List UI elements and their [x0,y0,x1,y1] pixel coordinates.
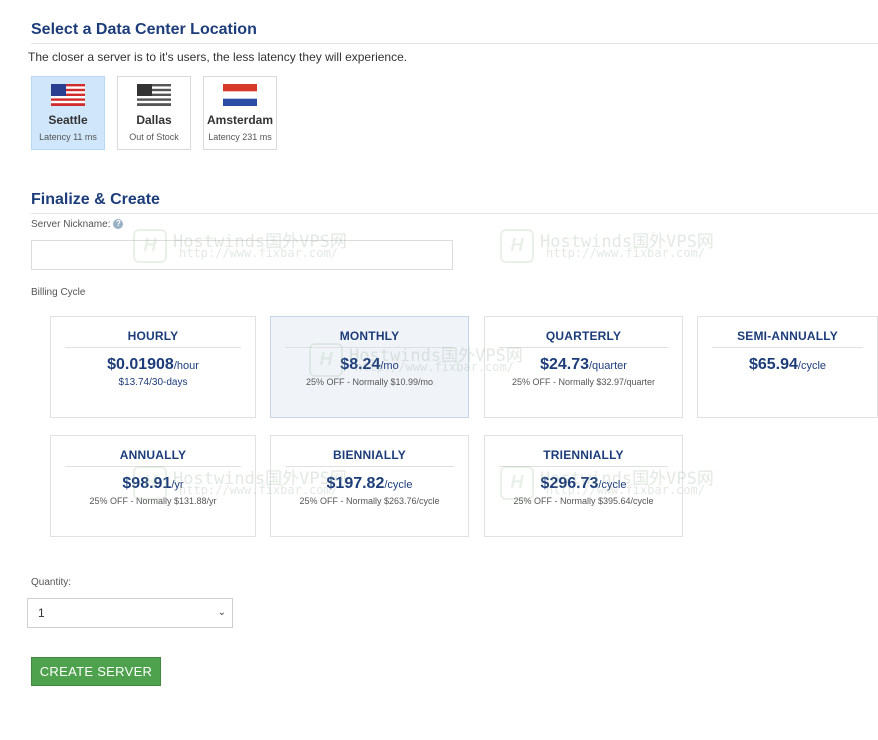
billing-option-biennially[interactable]: BIENNIALLY $197.82/cycle 25% OFF - Norma… [270,435,469,537]
location-status-label: Out of Stock [129,132,179,142]
price-unit: /yr [171,479,184,491]
section-divider [31,213,878,214]
billing-option-quarterly[interactable]: QUARTERLY $24.73/quarter 25% OFF - Norma… [484,316,683,418]
billing-option-title: ANNUALLY [65,448,241,467]
billing-option-note: 25% OFF - Normally $263.76/cycle [299,496,440,506]
price-amount: $98.91 [122,475,172,492]
location-status-label: Latency 11 ms [39,132,97,142]
billing-option-note: 25% OFF - Normally $32.97/quarter [511,377,656,387]
price-unit: /cycle [384,479,413,491]
billing-option-price: $98.91/yr [51,475,255,493]
billing-option-title: MONTHLY [285,329,454,348]
billing-option-annually[interactable]: ANNUALLY $98.91/yr 25% OFF - Normally $1… [50,435,256,537]
quantity-value: 1 [38,606,45,620]
quantity-label: Quantity: [31,577,72,588]
billing-option-monthly[interactable]: MONTHLY $8.24/mo 25% OFF - Normally $10.… [270,316,469,418]
location-card-amsterdam[interactable]: Amsterdam Latency 231 ms [203,76,277,150]
price-amount: $65.94 [748,356,798,373]
billing-option-price: $0.01908/hour [51,356,255,374]
chevron-down-icon: ⌄ [217,607,226,618]
location-city-label: Seattle [48,113,88,127]
watermark-logo: H [500,229,534,263]
create-server-button[interactable]: CREATE SERVER [31,657,161,686]
location-city-label: Amsterdam [206,113,274,127]
watermark-line1: Hostwinds国外VPS网 [540,232,714,252]
finalize-section-title: Finalize & Create [31,191,160,208]
billing-option-title: SEMI-ANNUALLY [712,329,863,348]
location-intro-text: The closer a server is to it's users, th… [28,50,408,64]
nl-flag-icon [223,84,257,106]
billing-option-note: 25% OFF - Normally $395.64/cycle [513,496,654,506]
quantity-select[interactable]: 1 ⌄ [27,598,233,628]
billing-option-title: HOURLY [65,329,241,348]
price-unit: /hour [173,360,199,372]
billing-option-price: $65.94/cycle [698,356,877,374]
watermark-line2: http://www.fixbar.com/ [546,246,705,260]
billing-option-price: $24.73/quarter [485,356,682,374]
location-section-title: Select a Data Center Location [31,21,257,38]
price-amount: $0.01908 [107,356,174,373]
location-card-dallas[interactable]: Dallas Out of Stock [117,76,191,150]
help-icon[interactable]: ? [113,219,124,230]
price-unit: /cycle [797,360,827,372]
us-flag-icon [51,84,85,106]
nickname-label-text: Server Nickname: [31,219,111,230]
location-status-label: Latency 231 ms [208,132,272,142]
billing-option-hourly[interactable]: HOURLY $0.01908/hour $13.74/30-days [50,316,256,418]
billing-option-price: $197.82/cycle [271,475,468,493]
price-amount: $8.24 [340,356,381,373]
location-city-label: Dallas [136,113,172,127]
section-divider [31,43,878,44]
location-card-seattle[interactable]: Seattle Latency 11 ms [31,76,105,150]
price-unit: /quarter [589,360,627,372]
price-amount: $296.73 [540,475,599,492]
billing-option-note: 25% OFF - Normally $10.99/mo [305,377,434,387]
server-nickname-input[interactable] [31,240,453,270]
billing-option-triennially[interactable]: TRIENNIALLY $296.73/cycle 25% OFF - Norm… [484,435,683,537]
nickname-label: Server Nickname:? [31,219,124,230]
billing-option-note: $13.74/30-days [118,377,188,388]
billing-option-title: QUARTERLY [499,329,668,348]
price-amount: $197.82 [326,475,385,492]
us-flag-grey-icon [137,84,171,106]
price-amount: $24.73 [540,356,589,373]
billing-option-title: TRIENNIALLY [499,448,668,467]
billing-option-semi-annually[interactable]: SEMI-ANNUALLY $65.94/cycle [697,316,878,418]
billing-option-price: $8.24/mo [271,356,468,374]
billing-cycle-label: Billing Cycle [31,287,86,298]
price-unit: /cycle [598,479,627,491]
billing-option-title: BIENNIALLY [285,448,454,467]
billing-option-note: 25% OFF - Normally $131.88/yr [89,496,217,506]
price-unit: /mo [380,360,399,372]
billing-option-price: $296.73/cycle [485,475,682,493]
